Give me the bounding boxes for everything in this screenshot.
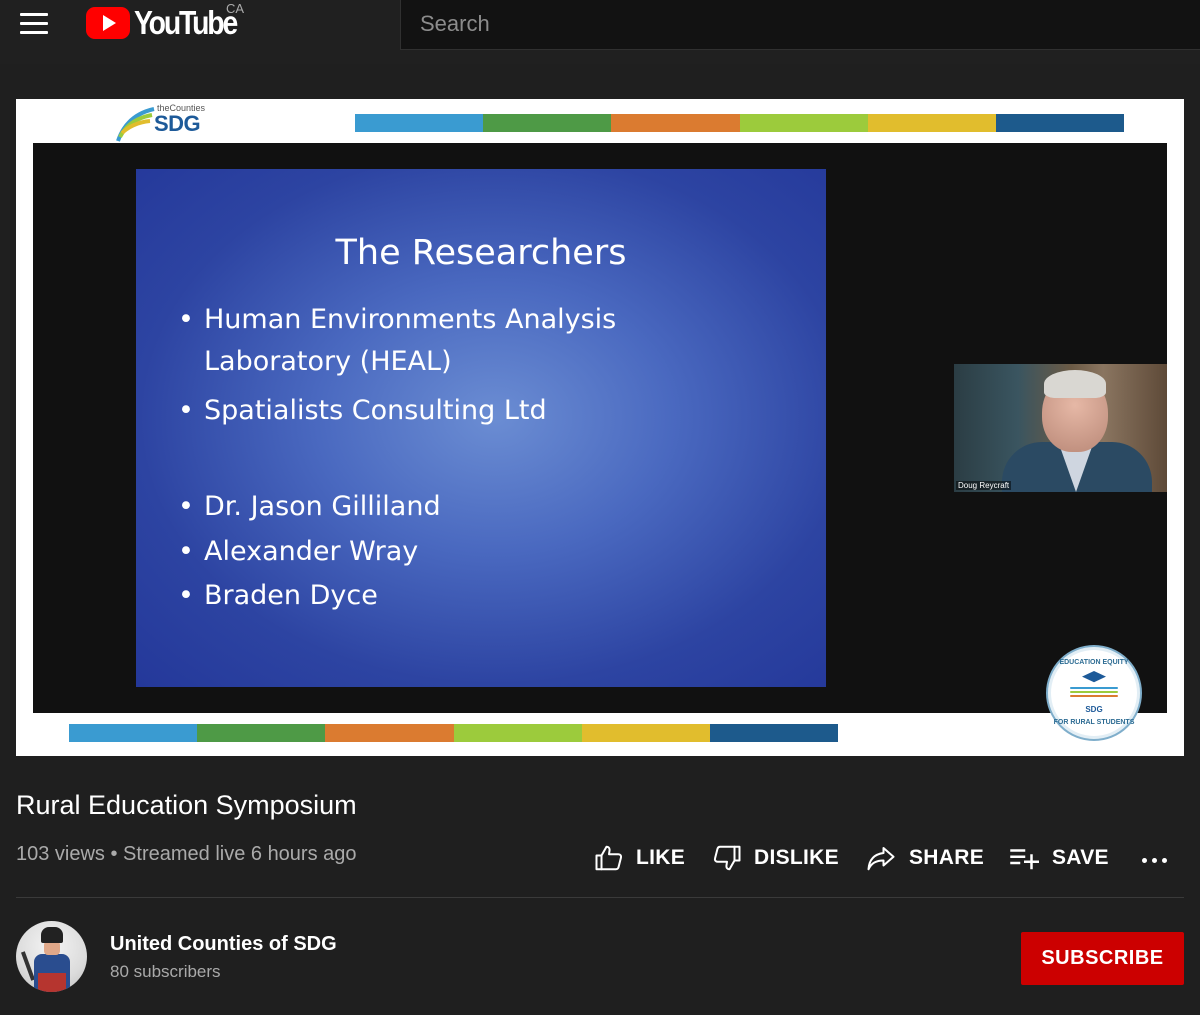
youtube-wordmark: YouTube: [134, 4, 238, 41]
subscribe-button[interactable]: SUBSCRIBE: [1021, 932, 1184, 985]
youtube-play-icon: [86, 7, 130, 39]
thumbs-down-icon: [713, 845, 741, 871]
stripe-segment: [483, 114, 612, 132]
stripe-segment: [867, 114, 996, 132]
divider: [16, 897, 1184, 898]
color-stripe-top: [355, 114, 1125, 132]
share-arrow-icon: [867, 847, 895, 871]
like-button[interactable]: LIKE: [594, 841, 685, 875]
stripe-segment: [325, 724, 454, 742]
stripe-segment: [355, 114, 484, 132]
video-title: Rural Education Symposium: [16, 790, 357, 820]
stripe-segment: [995, 114, 1125, 132]
sdg-logo: theCounties SDG: [116, 103, 212, 143]
hamburger-menu-icon[interactable]: [14, 8, 54, 38]
dislike-button[interactable]: DISLIKE: [712, 841, 839, 875]
subscriber-count: 80 subscribers: [110, 962, 221, 981]
stripe-segment: [453, 724, 582, 742]
stripe-segment: [739, 114, 868, 132]
speaker-webcam: Doug Reycraft: [954, 364, 1167, 492]
video-meta: 103 views • Streamed live 6 hours ago: [16, 843, 357, 865]
save-label: SAVE: [1052, 846, 1109, 869]
stripe-segment: [197, 724, 326, 742]
region-label: CA: [226, 1, 245, 16]
share-button[interactable]: SHARE: [865, 841, 984, 875]
dislike-label: DISLIKE: [754, 846, 839, 869]
sdg-logo-text: SDG: [154, 111, 201, 136]
channel-name[interactable]: United Counties of SDG: [110, 933, 337, 956]
thumbs-up-icon: [595, 845, 623, 871]
slide-title: The Researchers: [335, 233, 627, 273]
education-equity-badge: EDUCATION EQUITY SDG FOR RURAL STUDENTS: [1046, 645, 1142, 741]
stripe-segment: [611, 114, 740, 132]
share-label: SHARE: [909, 846, 985, 869]
save-button[interactable]: SAVE: [1008, 841, 1109, 875]
more-actions-icon[interactable]: [1138, 844, 1172, 874]
stripe-segment: [709, 724, 839, 742]
stripe-segment: [69, 724, 198, 742]
like-label: LIKE: [636, 846, 686, 869]
sdg-swoosh-icon: [116, 107, 155, 142]
masthead: YouTube CA: [0, 0, 1200, 64]
graduation-cap-icon: [1082, 671, 1106, 683]
color-stripe-bottom: [69, 724, 839, 742]
slide: The Researchers • Human Environments Anal…: [136, 169, 826, 687]
stripe-segment: [581, 724, 710, 742]
search-box: [400, 0, 1200, 50]
channel-avatar[interactable]: [16, 921, 87, 992]
video-player[interactable]: theCounties SDG The Researchers • Human E…: [16, 99, 1184, 756]
presentation-stage: The Researchers • Human Environments Anal…: [33, 143, 1167, 713]
search-input[interactable]: [418, 10, 1182, 38]
playlist-add-icon: [1010, 849, 1039, 870]
speaker-name: Doug Reycraft: [956, 481, 1012, 490]
